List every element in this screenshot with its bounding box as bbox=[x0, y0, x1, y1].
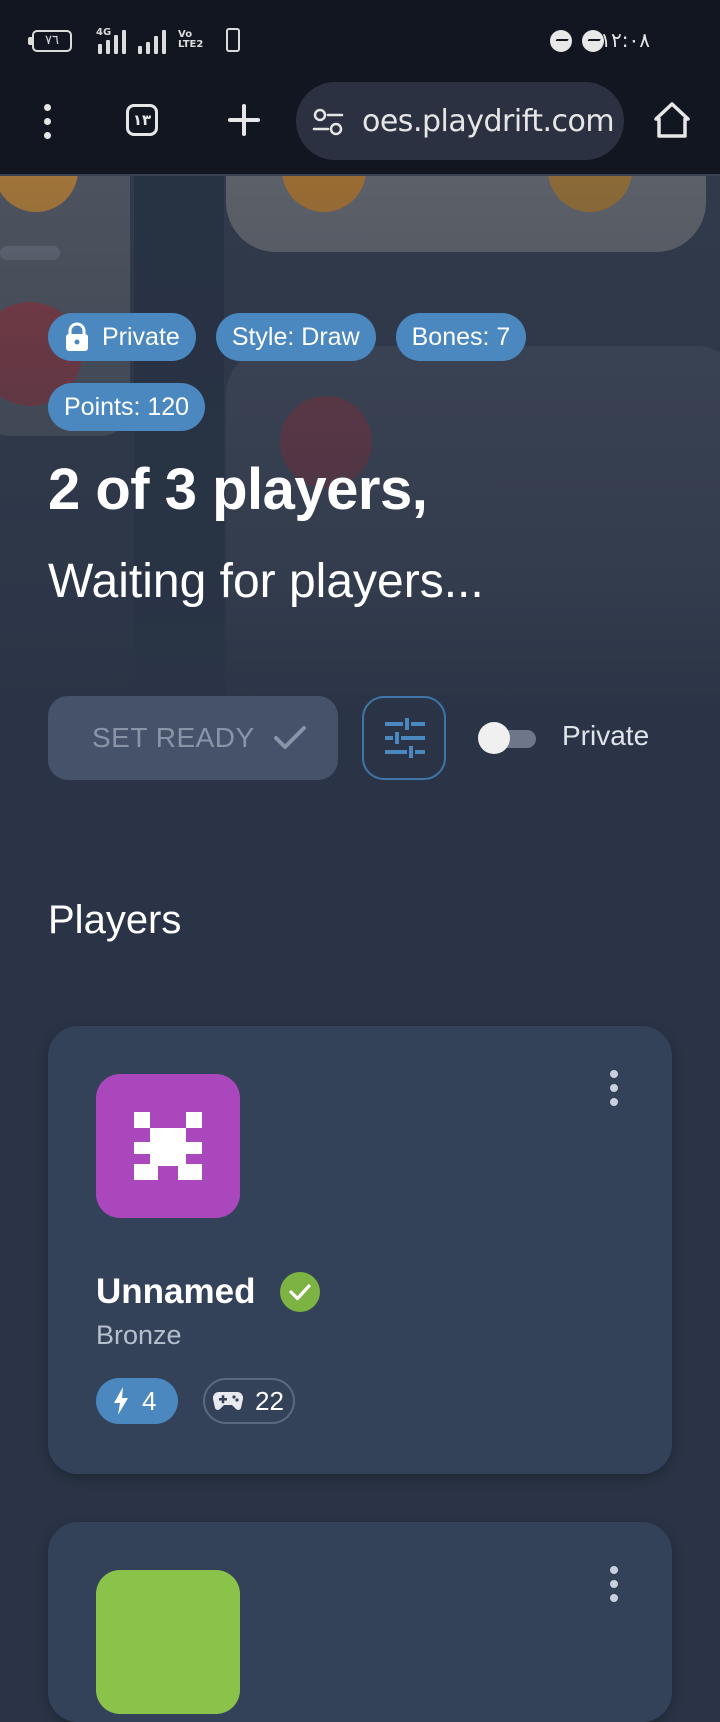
players-heading: Players bbox=[48, 898, 182, 942]
lightning-icon bbox=[114, 1387, 128, 1415]
private-badge: Private bbox=[48, 313, 196, 361]
energy-value: 4 bbox=[142, 1385, 157, 1416]
gamepad-icon bbox=[213, 1391, 243, 1410]
player-card: Unnamed Bronze 4 22 bbox=[48, 1026, 672, 1474]
volte-label: Vo LTE2 bbox=[178, 29, 204, 50]
player-card bbox=[48, 1522, 672, 1722]
player-avatar bbox=[96, 1074, 240, 1218]
player-options-button[interactable] bbox=[604, 1070, 624, 1110]
tab-count: ١٣ bbox=[132, 111, 152, 129]
player-rank: Bronze bbox=[96, 1320, 182, 1350]
check-icon bbox=[273, 726, 306, 749]
player-name: Unnamed bbox=[96, 1272, 256, 1311]
signal-icon bbox=[98, 26, 132, 54]
home-icon[interactable] bbox=[652, 100, 692, 140]
messenger-icon bbox=[550, 30, 572, 52]
ready-check-icon bbox=[280, 1272, 320, 1312]
player-avatar bbox=[96, 1570, 240, 1714]
set-ready-button[interactable]: SET READY bbox=[48, 696, 338, 780]
private-toggle[interactable] bbox=[478, 722, 538, 754]
lock-icon bbox=[66, 322, 88, 351]
url-text: oes.playdrift.com bbox=[362, 104, 615, 139]
clock: ١٢:٠٨ bbox=[600, 28, 650, 52]
game-settings-badges: Private Style: Draw Bones: 7 Points: 120 bbox=[48, 313, 668, 453]
site-settings-icon[interactable] bbox=[312, 106, 344, 138]
energy-stat: 4 bbox=[96, 1378, 178, 1424]
sliders-icon bbox=[385, 718, 425, 758]
browser-menu-button[interactable] bbox=[38, 102, 58, 142]
games-played-stat: 22 bbox=[203, 1378, 295, 1424]
vibrate-icon bbox=[226, 28, 240, 52]
signal-icon bbox=[138, 26, 172, 54]
points-badge: Points: 120 bbox=[48, 383, 206, 431]
battery-icon: ٧٦ bbox=[28, 30, 72, 52]
new-tab-button[interactable] bbox=[226, 102, 262, 138]
lobby-header: Private Style: Draw Bones: 7 Points: 120 2… bbox=[0, 176, 720, 716]
toggle-knob bbox=[478, 722, 510, 754]
private-toggle-label: Private bbox=[562, 720, 650, 751]
private-badge-label: Private bbox=[102, 322, 180, 351]
browser-toolbar: ١٣ oes.playdrift.com bbox=[0, 80, 720, 176]
style-badge: Style: Draw bbox=[215, 313, 376, 361]
battery-level: ٧٦ bbox=[45, 33, 59, 48]
tab-switcher-button[interactable]: ١٣ bbox=[126, 104, 158, 136]
player-options-button[interactable] bbox=[604, 1566, 624, 1606]
game-settings-button[interactable] bbox=[362, 696, 446, 780]
bones-badge: Bones: 7 bbox=[395, 313, 527, 361]
player-count-title: 2 of 3 players, bbox=[48, 457, 428, 522]
address-bar[interactable]: oes.playdrift.com bbox=[296, 82, 624, 160]
lobby-status-subtitle: Waiting for players... bbox=[48, 555, 484, 608]
games-value: 22 bbox=[255, 1385, 284, 1416]
status-bar: ٧٦ 4G Vo LTE2 ١٢:٠٨ bbox=[0, 0, 720, 80]
set-ready-label: SET READY bbox=[92, 722, 255, 753]
